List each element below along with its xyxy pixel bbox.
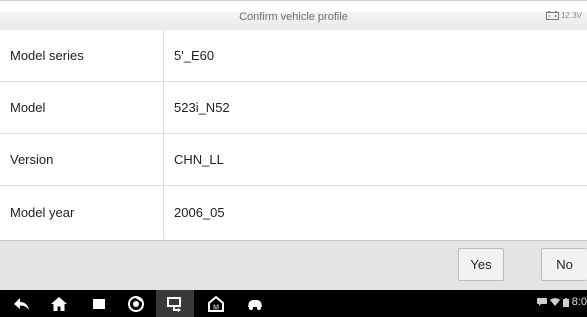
clock: 8:0 bbox=[571, 296, 587, 308]
battery-indicator: 12.3V bbox=[546, 11, 582, 20]
vehicle-profile-table: Model series 5'_E60 Model 523i_N52 Versi… bbox=[0, 30, 587, 239]
row-label: Model year bbox=[0, 186, 164, 239]
maxisys-home-icon[interactable]: M bbox=[206, 294, 226, 314]
battery-icon bbox=[546, 11, 560, 20]
no-button[interactable]: No bbox=[541, 248, 587, 281]
browser-icon[interactable] bbox=[126, 294, 146, 314]
car-icon[interactable] bbox=[245, 294, 265, 314]
vci-connection-icon[interactable] bbox=[165, 294, 185, 314]
table-row: Model series 5'_E60 bbox=[0, 30, 587, 82]
home-icon[interactable] bbox=[49, 294, 69, 314]
battery-status-icon bbox=[562, 297, 569, 307]
table-row: Model year 2006_05 bbox=[0, 186, 587, 239]
row-value: 2006_05 bbox=[174, 205, 225, 220]
yes-button[interactable]: Yes bbox=[458, 248, 504, 281]
system-navigation-bar: M 8:0 bbox=[0, 290, 587, 317]
action-bar: Yes No bbox=[0, 240, 587, 290]
status-area: 8:0 bbox=[536, 296, 587, 308]
table-row: Version CHN_LL bbox=[0, 134, 587, 186]
row-value: CHN_LL bbox=[174, 152, 224, 167]
row-value: 523i_N52 bbox=[174, 100, 230, 115]
recent-apps-icon[interactable] bbox=[89, 294, 109, 314]
table-row: Model 523i_N52 bbox=[0, 82, 587, 134]
back-icon[interactable] bbox=[12, 294, 32, 314]
chat-icon bbox=[536, 298, 547, 306]
row-label: Model series bbox=[0, 30, 164, 81]
wifi-icon bbox=[549, 298, 560, 306]
battery-voltage: 12.3V bbox=[561, 11, 582, 20]
page-title: Confirm vehicle profile bbox=[239, 11, 348, 23]
row-value: 5'_E60 bbox=[174, 48, 215, 63]
title-bar: Confirm vehicle profile 12.3V bbox=[0, 0, 587, 30]
svg-text:M: M bbox=[213, 305, 219, 312]
row-label: Version bbox=[0, 134, 164, 185]
row-label: Model bbox=[0, 82, 164, 133]
